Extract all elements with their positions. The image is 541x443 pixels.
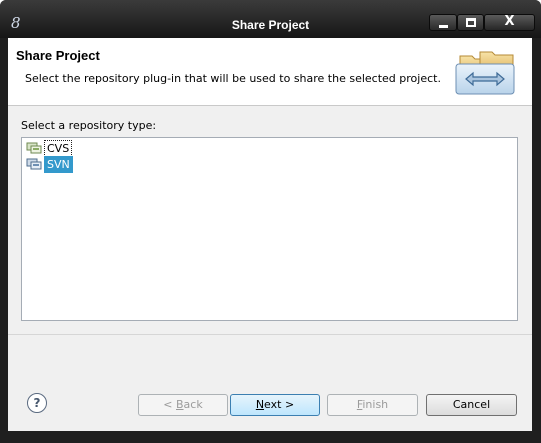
back-mnemonic: B: [176, 398, 184, 411]
caption-buttons: X: [429, 14, 536, 31]
repository-item-svn[interactable]: SVN: [26, 155, 73, 173]
minimize-icon: [439, 25, 448, 28]
wizard-title: Share Project: [16, 48, 100, 63]
wizard-description: Select the repository plug-in that will …: [25, 72, 441, 85]
cvs-repository-icon: [26, 142, 42, 154]
next-label: ext >: [264, 398, 295, 411]
cancel-button[interactable]: Cancel: [426, 394, 517, 416]
maximize-button[interactable]: [457, 14, 484, 31]
finish-button[interactable]: Finish: [327, 394, 418, 416]
share-project-banner-icon: [455, 51, 515, 95]
close-button[interactable]: X: [484, 14, 535, 31]
back-arrow: <: [163, 398, 176, 411]
cancel-label: Cancel: [452, 398, 491, 411]
repository-item-label: SVN: [44, 155, 73, 173]
next-button[interactable]: Next >: [230, 394, 320, 416]
back-button[interactable]: < Back: [138, 394, 228, 416]
svn-repository-icon: [26, 158, 42, 170]
repository-item-label: CVS: [44, 139, 73, 157]
title-bar[interactable]: 8 Share Project X: [0, 0, 541, 38]
next-mnemonic: N: [255, 398, 265, 411]
help-icon: ?: [33, 396, 41, 410]
dialog-body: Share Project Select the repository plug…: [8, 38, 532, 431]
repository-type-list[interactable]: CVS SVN: [21, 137, 518, 321]
finish-label: inish: [362, 398, 389, 411]
dialog-window: 8 Share Project X Share Project Select t…: [0, 0, 541, 443]
back-label: ack: [183, 398, 203, 411]
button-bar-separator: [8, 334, 532, 335]
minimize-button[interactable]: [429, 14, 457, 31]
maximize-icon: [466, 18, 476, 27]
wizard-header: Share Project Select the repository plug…: [8, 38, 532, 106]
repository-item-cvs[interactable]: CVS: [26, 139, 73, 157]
close-icon: X: [504, 14, 515, 29]
help-button[interactable]: ?: [27, 393, 47, 413]
repository-type-label: Select a repository type:: [21, 119, 157, 132]
